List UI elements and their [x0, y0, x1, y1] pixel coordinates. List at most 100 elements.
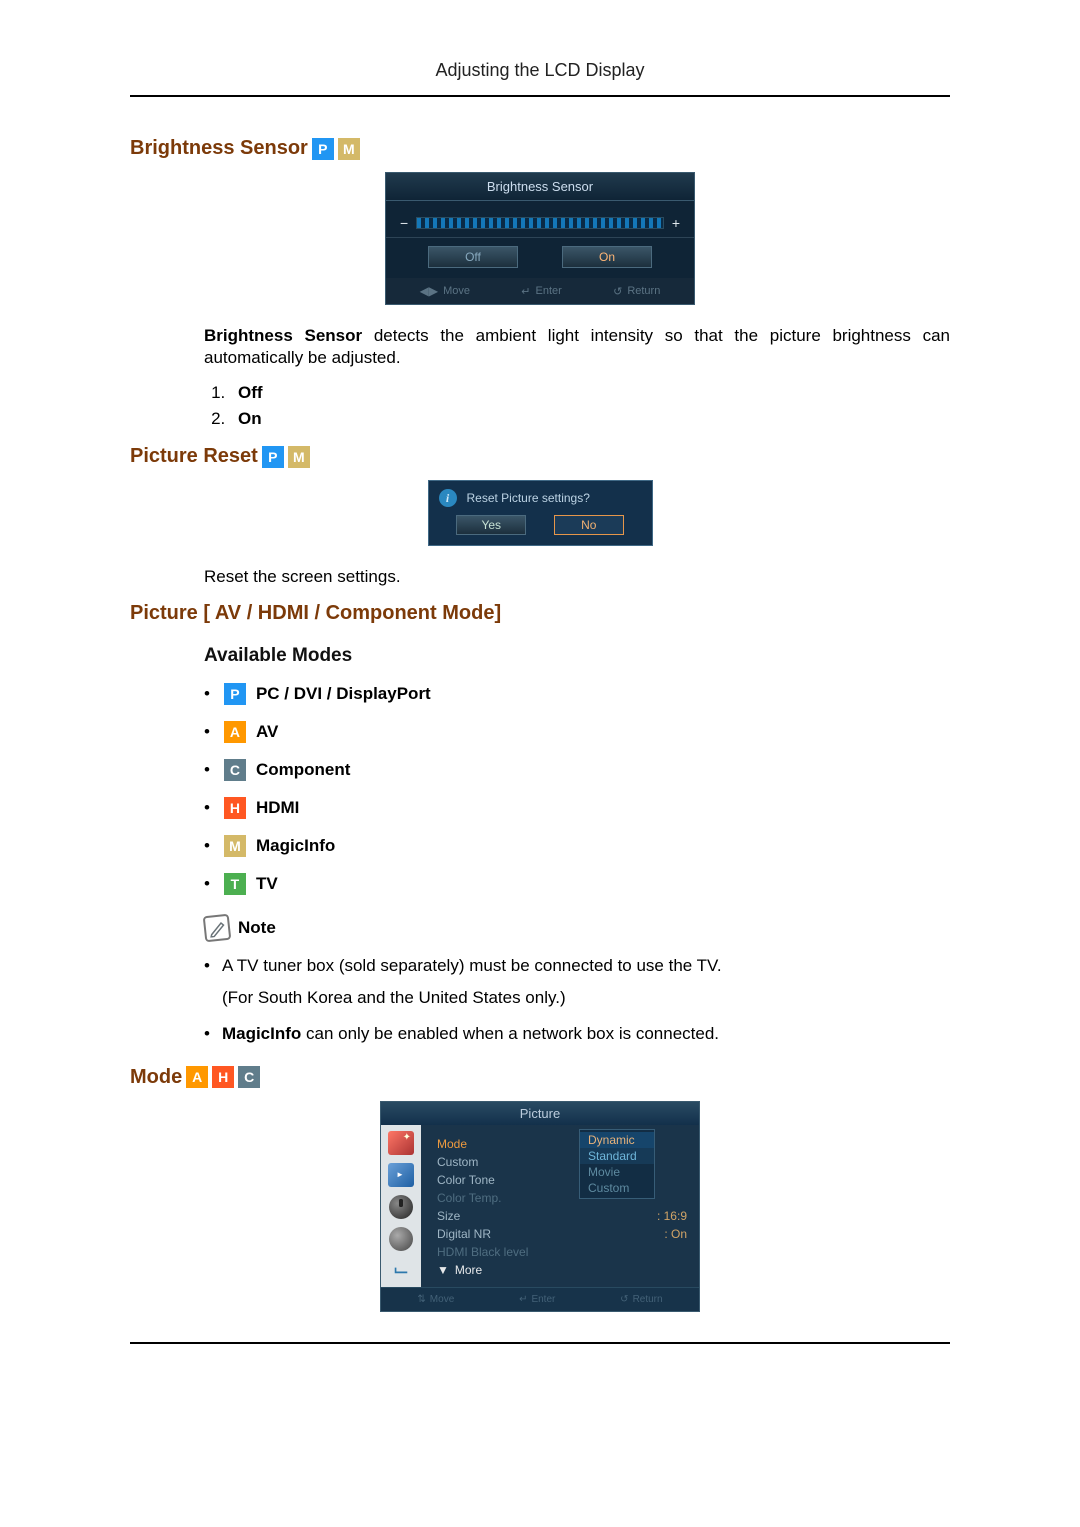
heading-picture-reset: Picture Reset P M	[130, 445, 950, 468]
osd-on-button[interactable]: On	[562, 246, 652, 268]
list-item: MagicInfo can only be enabled when a net…	[204, 1023, 950, 1045]
brightness-desc-bold: Brightness Sensor	[204, 326, 362, 345]
list-item: M MagicInfo	[204, 835, 950, 857]
osd-title: Brightness Sensor	[386, 173, 694, 201]
footer-rule	[130, 1342, 950, 1344]
badge-m-icon: M	[338, 138, 360, 160]
list-item: A AV	[204, 721, 950, 743]
osd-yes-button[interactable]: Yes	[456, 515, 526, 535]
plus-icon[interactable]: +	[672, 215, 680, 231]
label: HDMI Black level	[437, 1245, 528, 1259]
enter-icon: ↵	[519, 1294, 527, 1305]
badge-a-icon: A	[186, 1066, 208, 1088]
badge-p-icon: P	[312, 138, 334, 160]
opt-custom[interactable]: Custom	[580, 1180, 654, 1196]
osd-picture-title: Picture	[381, 1102, 699, 1125]
footer-return-label: Return	[627, 285, 660, 297]
list-item: P PC / DVI / DisplayPort	[204, 683, 950, 705]
heading-picture-mode: Picture [ AV / HDMI / Component Mode]	[130, 602, 950, 625]
option-off: Off	[238, 383, 263, 402]
reset-desc: Reset the screen settings.	[204, 566, 950, 588]
slider-track[interactable]	[416, 217, 664, 229]
badge-p-icon: P	[224, 683, 246, 705]
multi-tab-icon[interactable]: ⌙	[393, 1259, 410, 1281]
list-item: A TV tuner box (sold separately) must be…	[204, 955, 950, 1009]
mode-label: MagicInfo	[256, 836, 335, 856]
brightness-options-list: Off On	[230, 383, 950, 429]
osd-no-button[interactable]: No	[554, 515, 624, 535]
mode-label: AV	[256, 722, 278, 742]
footer-move-label: Move	[443, 285, 470, 297]
value: : On	[664, 1227, 687, 1241]
value: : 16:9	[657, 1209, 687, 1223]
mode-label: PC / DVI / DisplayPort	[256, 684, 431, 704]
arrows-lr-icon: ◀▶	[420, 284, 438, 298]
heading-brightness-sensor: Brightness Sensor P M	[130, 137, 950, 160]
return-icon: ↺	[613, 285, 622, 298]
menu-hdmi-black: HDMI Black level	[437, 1243, 687, 1261]
menu-more[interactable]: ▼More	[437, 1263, 687, 1277]
picture-tab-icon[interactable]	[388, 1131, 414, 1155]
note-icon	[203, 914, 232, 943]
note1-line2: (For South Korea and the United States o…	[222, 987, 950, 1009]
footer-enter-label: Enter	[531, 1294, 555, 1305]
note-row: Note	[204, 915, 950, 941]
label: Mode	[437, 1137, 467, 1151]
footer-return: ↺ Return	[613, 285, 660, 298]
badge-p-icon: P	[262, 446, 284, 468]
note-label: Note	[238, 918, 276, 938]
page-header: Adjusting the LCD Display	[130, 60, 950, 97]
label: More	[455, 1263, 482, 1277]
footer-move: ◀▶ Move	[420, 284, 470, 298]
badge-m-icon: M	[224, 835, 246, 857]
badge-t-icon: T	[224, 873, 246, 895]
enter-icon: ↵	[521, 285, 530, 298]
heading-text: Brightness Sensor	[130, 137, 308, 160]
note1-line1: A TV tuner box (sold separately) must be…	[222, 956, 722, 975]
opt-movie[interactable]: Movie	[580, 1164, 654, 1180]
note-list: A TV tuner box (sold separately) must be…	[204, 955, 950, 1045]
osd-off-button[interactable]: Off	[428, 246, 518, 268]
opt-dynamic[interactable]: Dynamic	[580, 1132, 654, 1148]
setup-tab-icon[interactable]	[389, 1227, 413, 1251]
opt-standard[interactable]: Standard	[580, 1148, 654, 1164]
label: Size	[437, 1209, 460, 1223]
arrows-ud-icon: ⇅	[417, 1294, 425, 1305]
badge-h-icon: H	[224, 797, 246, 819]
mode-options-popup: Dynamic Standard Movie Custom	[579, 1129, 655, 1199]
label: Digital NR	[437, 1227, 491, 1241]
footer-move: ⇅ Move	[417, 1294, 454, 1305]
badge-c-icon: C	[224, 759, 246, 781]
osd-slider[interactable]: − +	[386, 201, 694, 237]
heading-mode: Mode A H C	[130, 1066, 950, 1089]
menu-dnr[interactable]: Digital NR : On	[437, 1225, 687, 1243]
footer-return: ↺Return	[620, 1294, 662, 1305]
mode-label: TV	[256, 874, 278, 894]
list-item: T TV	[204, 873, 950, 895]
badge-c-icon: C	[238, 1066, 260, 1088]
return-icon: ↺	[620, 1294, 628, 1305]
heading-text: Mode	[130, 1066, 182, 1089]
label: Color Tone	[437, 1173, 495, 1187]
list-item: On	[230, 409, 950, 429]
menu-size[interactable]: Size : 16:9	[437, 1207, 687, 1225]
footer-move-label: Move	[430, 1294, 454, 1305]
heading-text: Picture [ AV / HDMI / Component Mode]	[130, 602, 501, 625]
option-on: On	[238, 409, 262, 428]
sound-tab-icon[interactable]	[388, 1163, 414, 1187]
heading-text: Picture Reset	[130, 445, 258, 468]
list-item: C Component	[204, 759, 950, 781]
note2-rest: can only be enabled when a network box i…	[301, 1024, 719, 1043]
osd-picture-menu: Picture ⌙ Dynamic Standard Movie Custom	[380, 1101, 700, 1312]
badge-m-icon: M	[288, 446, 310, 468]
osd-side-icons: ⌙	[381, 1125, 421, 1287]
info-icon: i	[439, 489, 457, 507]
heading-available-modes: Available Modes	[204, 645, 950, 667]
timer-tab-icon[interactable]	[389, 1195, 413, 1219]
footer-enter: ↵ Enter	[521, 285, 562, 298]
brightness-desc: Brightness Sensor detects the ambient li…	[204, 325, 950, 369]
list-item: Off	[230, 383, 950, 403]
footer-enter: ↵ Enter	[519, 1294, 555, 1305]
osd-brightness-sensor: Brightness Sensor − + Off On ◀▶ Move ↵ E…	[385, 172, 695, 305]
minus-icon[interactable]: −	[400, 215, 408, 231]
